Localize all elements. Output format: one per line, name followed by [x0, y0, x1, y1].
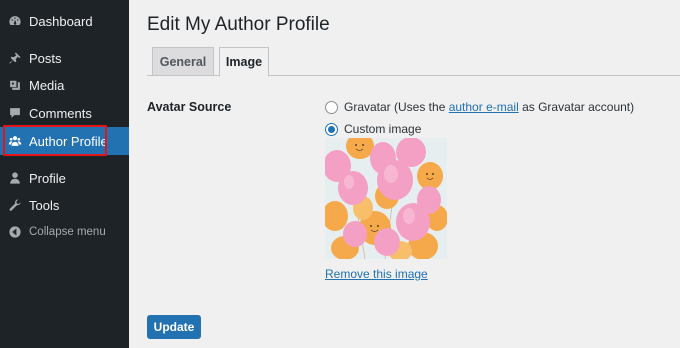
custom-image-label: Custom image: [344, 122, 422, 136]
gravatar-label-prefix: Gravatar (Uses the: [344, 100, 449, 114]
sidebar-item-label: Posts: [29, 50, 62, 66]
sidebar-item-dashboard[interactable]: Dashboard: [0, 7, 129, 35]
sidebar-item-tools[interactable]: Tools: [0, 191, 129, 219]
update-button[interactable]: Update: [147, 315, 201, 339]
comment-icon: [8, 106, 22, 120]
avatar-source-label: Avatar Source: [147, 100, 232, 114]
collapse-menu-label: Collapse menu: [29, 226, 106, 238]
remove-image-link[interactable]: Remove this image: [325, 267, 428, 281]
sidebar-item-author-profile[interactable]: Author Profile: [0, 127, 129, 155]
dashboard-icon: [8, 14, 22, 28]
sidebar-item-comments[interactable]: Comments: [0, 99, 129, 127]
sidebar-item-label: Dashboard: [29, 13, 93, 29]
collapse-menu-button[interactable]: Collapse menu: [0, 218, 129, 246]
user-icon: [8, 171, 22, 185]
balloons-illustration: [325, 138, 447, 259]
gravatar-option: Gravatar (Uses the author e-mail as Grav…: [325, 100, 634, 114]
tab-general[interactable]: General: [152, 47, 214, 76]
sidebar-item-label: Profile: [29, 170, 66, 186]
author-email-link[interactable]: author e-mail: [449, 100, 519, 114]
sidebar-item-label: Tools: [29, 197, 60, 213]
avatar-image: [325, 138, 447, 259]
sidebar-item-label: Media: [29, 77, 65, 93]
sidebar-item-media[interactable]: Media: [0, 71, 129, 99]
custom-image-option: Custom image: [325, 122, 421, 136]
collapse-icon: [8, 225, 22, 239]
page-title: Edit My Author Profile: [147, 14, 330, 35]
media-icon: [8, 78, 22, 92]
custom-image-radio[interactable]: [325, 122, 338, 136]
pin-icon: [8, 51, 22, 65]
admin-sidebar: Dashboard Posts Media Comments Author Pr…: [0, 0, 129, 348]
wrench-icon: [8, 198, 22, 212]
sidebar-item-label: Author Profile: [29, 133, 108, 149]
sidebar-item-profile[interactable]: Profile: [0, 164, 129, 192]
sidebar-item-posts[interactable]: Posts: [0, 44, 129, 72]
users-icon: [8, 134, 22, 148]
gravatar-label-suffix: as Gravatar account): [518, 100, 635, 114]
sidebar-item-label: Comments: [29, 105, 92, 121]
tab-image[interactable]: Image: [219, 47, 269, 77]
gravatar-radio[interactable]: [325, 100, 338, 114]
